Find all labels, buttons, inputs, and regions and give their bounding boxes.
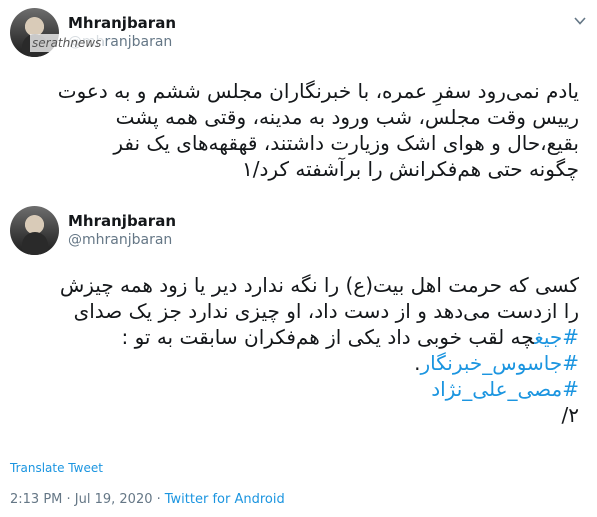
tweet-2-line: را ازدست می‌دهد و از دست داد، او چیزی ند… (73, 299, 579, 323)
tweet-1-line: رییس وقت مجلس، شب ورود به مدینه، وقتی هم… (115, 105, 579, 129)
display-name[interactable]: Mhranjbaran (68, 212, 176, 231)
timestamp[interactable]: 2:13 PM · Jul 19, 2020 · (10, 492, 161, 507)
tweet-1-line: چگونه حتی هم‌فکرانش را برآشفته کرد/۱ (242, 157, 579, 181)
translate-tweet-link[interactable]: Translate Tweet (10, 461, 103, 475)
hashtag-link[interactable]: #جاسوس_خبرنگار (420, 351, 579, 375)
author-names: Mhranjbaran serathnews @mhranjbaran (30, 14, 176, 52)
handle[interactable]: @mhranjbaran (68, 231, 176, 249)
tweet-1-text: یادم نمی‌رود سفرِ عمره، با خبرنگاران مجل… (9, 78, 579, 182)
tweet-1-header: Mhranjbaran serathnews @mhranjbaran (10, 8, 176, 57)
avatar[interactable] (10, 206, 59, 255)
tweet-meta: 2:13 PM · Jul 19, 2020 · Twitter for And… (10, 492, 285, 507)
source-link[interactable]: Twitter for Android (165, 492, 285, 507)
hashtag-link[interactable]: #مصی_علی_نژاد (431, 377, 579, 401)
tweet-1-line: بقیع،حال و هوای اشک وزیارت داشتند، قهقهه… (113, 131, 579, 155)
tweet-2-line: کسی که حرمت اهل بیت(ع) را نگه ندارد دیر … (59, 273, 579, 297)
display-name[interactable]: Mhranjbaran (68, 14, 176, 33)
tweet-2-line: #جاسوس_خبرنگار. (9, 350, 579, 376)
tweet-2-line-text: چه لقب خوبی داد یکی از هم‌فکران سابقت به… (121, 325, 535, 349)
tweet-2-text: کسی که حرمت اهل بیت(ع) را نگه ندارد دیر … (9, 272, 579, 428)
tweet-2-closing: ۲/ (561, 403, 580, 427)
watermark-text: serathnews (30, 34, 104, 52)
tweet-screenshot: Mhranjbaran serathnews @mhranjbaran یادم… (0, 0, 597, 517)
handle-row: serathnews @mhranjbaran (30, 33, 176, 52)
tweet-2-line: #جیغچه لقب خوبی داد یکی از هم‌فکران سابق… (9, 324, 579, 350)
hashtag-link[interactable]: #جیغ (534, 325, 579, 349)
chevron-down-icon[interactable] (573, 14, 587, 28)
tweet-2-header: Mhranjbaran @mhranjbaran (10, 206, 176, 255)
tweet-2-line: #مصی_علی_نژاد (9, 376, 579, 402)
tweet-1-line: یادم نمی‌رود سفرِ عمره، با خبرنگاران مجل… (57, 79, 579, 103)
author-names: Mhranjbaran @mhranjbaran (68, 212, 176, 249)
